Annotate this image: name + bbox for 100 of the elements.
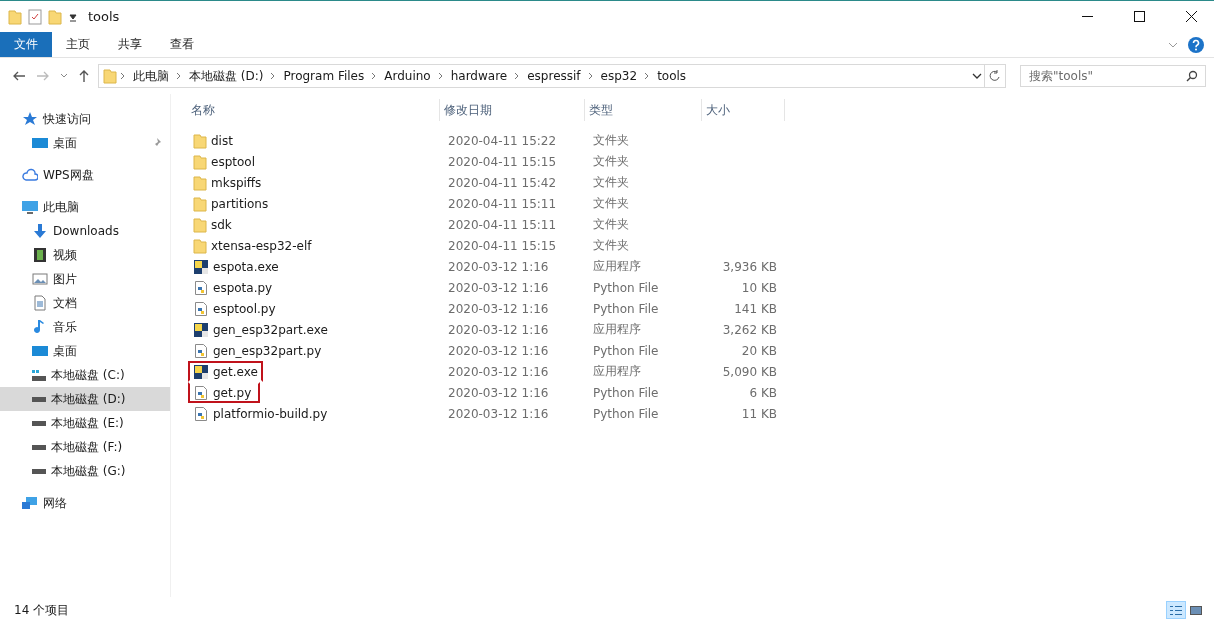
- nav-item[interactable]: Downloads: [0, 219, 170, 243]
- nav-item[interactable]: 音乐: [0, 315, 170, 339]
- column-header[interactable]: 修改日期: [440, 99, 585, 121]
- table-cell-text: 2020-04-11 15:15: [447, 238, 558, 253]
- folder-icon: [193, 132, 207, 149]
- table-cell-text: 3,936 KB: [721, 259, 778, 274]
- picture-icon: [32, 271, 48, 287]
- nav-item[interactable]: 本地磁盘 (E:): [0, 411, 170, 435]
- drive-icon: [32, 468, 46, 474]
- network-icon: [22, 495, 38, 511]
- address-dropdown[interactable]: [970, 72, 984, 80]
- table-cell-text: 2020-03-12 1:16: [447, 343, 550, 358]
- table-cell-text: 应用程序: [592, 258, 642, 275]
- table-cell-text: 文件夹: [592, 174, 630, 191]
- file-name[interactable]: espota.py: [188, 277, 278, 298]
- table-cell-text: Python File: [592, 343, 660, 358]
- nav-item[interactable]: 此电脑: [0, 195, 170, 219]
- table-cell-text: Python File: [592, 301, 660, 316]
- file-name[interactable]: esptool: [188, 151, 260, 172]
- drive-icon: [32, 444, 46, 450]
- python-file-icon: [193, 279, 209, 296]
- table-cell-text: 2020-04-11 15:22: [447, 133, 558, 148]
- column-header[interactable]: 大小: [702, 99, 785, 121]
- file-name[interactable]: mkspiffs: [188, 172, 267, 193]
- search-icon: [1186, 70, 1198, 82]
- table-cell-text: 2020-04-11 15:11: [447, 217, 558, 232]
- python-file-icon: [193, 300, 209, 317]
- file-name[interactable]: xtensa-esp32-elf: [188, 235, 317, 256]
- breadcrumb[interactable]: hardware: [446, 69, 512, 83]
- folder-icon: [193, 216, 207, 233]
- breadcrumb[interactable]: espressif: [523, 69, 585, 83]
- table-cell-text: 2020-03-12 1:16: [447, 280, 550, 295]
- app-icon: [193, 258, 209, 275]
- column-header[interactable]: 名称: [187, 99, 440, 121]
- table-cell-text: 141 KB: [733, 301, 778, 316]
- table-cell-text: 2020-04-11 15:15: [447, 154, 558, 169]
- table-cell-text: 2020-03-12 1:16: [447, 322, 550, 337]
- file-name[interactable]: esptool.py: [188, 298, 281, 319]
- file-name[interactable]: get.exe: [188, 361, 263, 382]
- view-button[interactable]: [1166, 601, 1186, 619]
- file-name[interactable]: espota.exe: [188, 256, 284, 277]
- download-icon: [32, 223, 48, 239]
- table-cell-text: Python File: [592, 385, 660, 400]
- table-cell-text: Python File: [592, 280, 660, 295]
- nav-item[interactable]: 文档: [0, 291, 170, 315]
- document-icon: [32, 295, 48, 311]
- breadcrumb[interactable]: 此电脑: [129, 67, 173, 85]
- nav-item[interactable]: 视频: [0, 243, 170, 267]
- nav-item[interactable]: 本地磁盘 (G:): [0, 459, 170, 483]
- python-file-icon: [193, 342, 209, 359]
- table-cell-text: 2020-03-12 1:16: [447, 301, 550, 316]
- python-file-icon: [193, 405, 209, 422]
- file-name[interactable]: platformio-build.py: [188, 403, 333, 424]
- table-cell-text: 10 KB: [740, 280, 778, 295]
- refresh-icon: [989, 69, 1001, 83]
- breadcrumb[interactable]: tools: [653, 69, 691, 83]
- recent-dropdown[interactable]: [58, 73, 70, 79]
- nav-item[interactable]: 桌面: [0, 339, 170, 363]
- table-cell-text: 2020-03-12 1:16: [447, 259, 550, 274]
- nav-item[interactable]: 快速访问: [0, 107, 170, 131]
- table-cell-text: 文件夹: [592, 195, 630, 212]
- breadcrumb[interactable]: 本地磁盘 (D:): [185, 67, 268, 85]
- folder-icon: [193, 153, 207, 170]
- table-cell-text: 20 KB: [740, 343, 778, 358]
- nav-item[interactable]: 网络: [0, 491, 170, 515]
- table-cell-text: 3,262 KB: [721, 322, 778, 337]
- desktop-icon: [32, 343, 48, 359]
- search-field[interactable]: 搜索"tools": [1020, 65, 1206, 87]
- nav-item[interactable]: WPS网盘: [0, 163, 170, 187]
- table-cell-text: 应用程序: [592, 363, 642, 380]
- chevron-icon: [1168, 41, 1178, 48]
- desktop-icon: [32, 135, 48, 151]
- maximize-icon: [1133, 11, 1145, 22]
- file-name[interactable]: gen_esp32part.py: [188, 340, 327, 361]
- film-icon: [32, 247, 48, 263]
- file-name[interactable]: dist: [188, 130, 260, 151]
- file-name[interactable]: sdk: [188, 214, 260, 235]
- table-cell-text: 6 KB: [748, 385, 778, 400]
- nav-item[interactable]: 本地磁盘 (F:): [0, 435, 170, 459]
- nav-item[interactable]: 桌面: [0, 131, 170, 155]
- ribbon-tab[interactable]: 文件: [0, 32, 52, 57]
- breadcrumb[interactable]: Arduino: [380, 69, 435, 83]
- app-icon: [193, 363, 209, 380]
- table-cell-text: 文件夹: [592, 216, 630, 233]
- nav-item[interactable]: 本地磁盘 (C:): [0, 363, 170, 387]
- breadcrumb[interactable]: Program Files: [279, 69, 369, 83]
- column-header[interactable]: 类型: [585, 99, 702, 121]
- file-name[interactable]: partitions: [188, 193, 274, 214]
- nav-item[interactable]: 图片: [0, 267, 170, 291]
- file-name[interactable]: gen_esp32part.exe: [188, 319, 333, 340]
- cloud-icon: [22, 167, 38, 183]
- file-name[interactable]: get.py: [188, 382, 260, 403]
- breadcrumb[interactable]: esp32: [596, 69, 642, 83]
- folder-icon: [103, 68, 117, 84]
- details-list-icon: [1170, 605, 1182, 615]
- folder-icon: [193, 237, 207, 254]
- nav-item[interactable]: 本地磁盘 (D:): [0, 387, 170, 411]
- close-icon: [1185, 11, 1197, 22]
- table-cell-text: 2020-03-12 1:16: [447, 364, 550, 379]
- table-cell-text: 2020-04-11 15:11: [447, 196, 558, 211]
